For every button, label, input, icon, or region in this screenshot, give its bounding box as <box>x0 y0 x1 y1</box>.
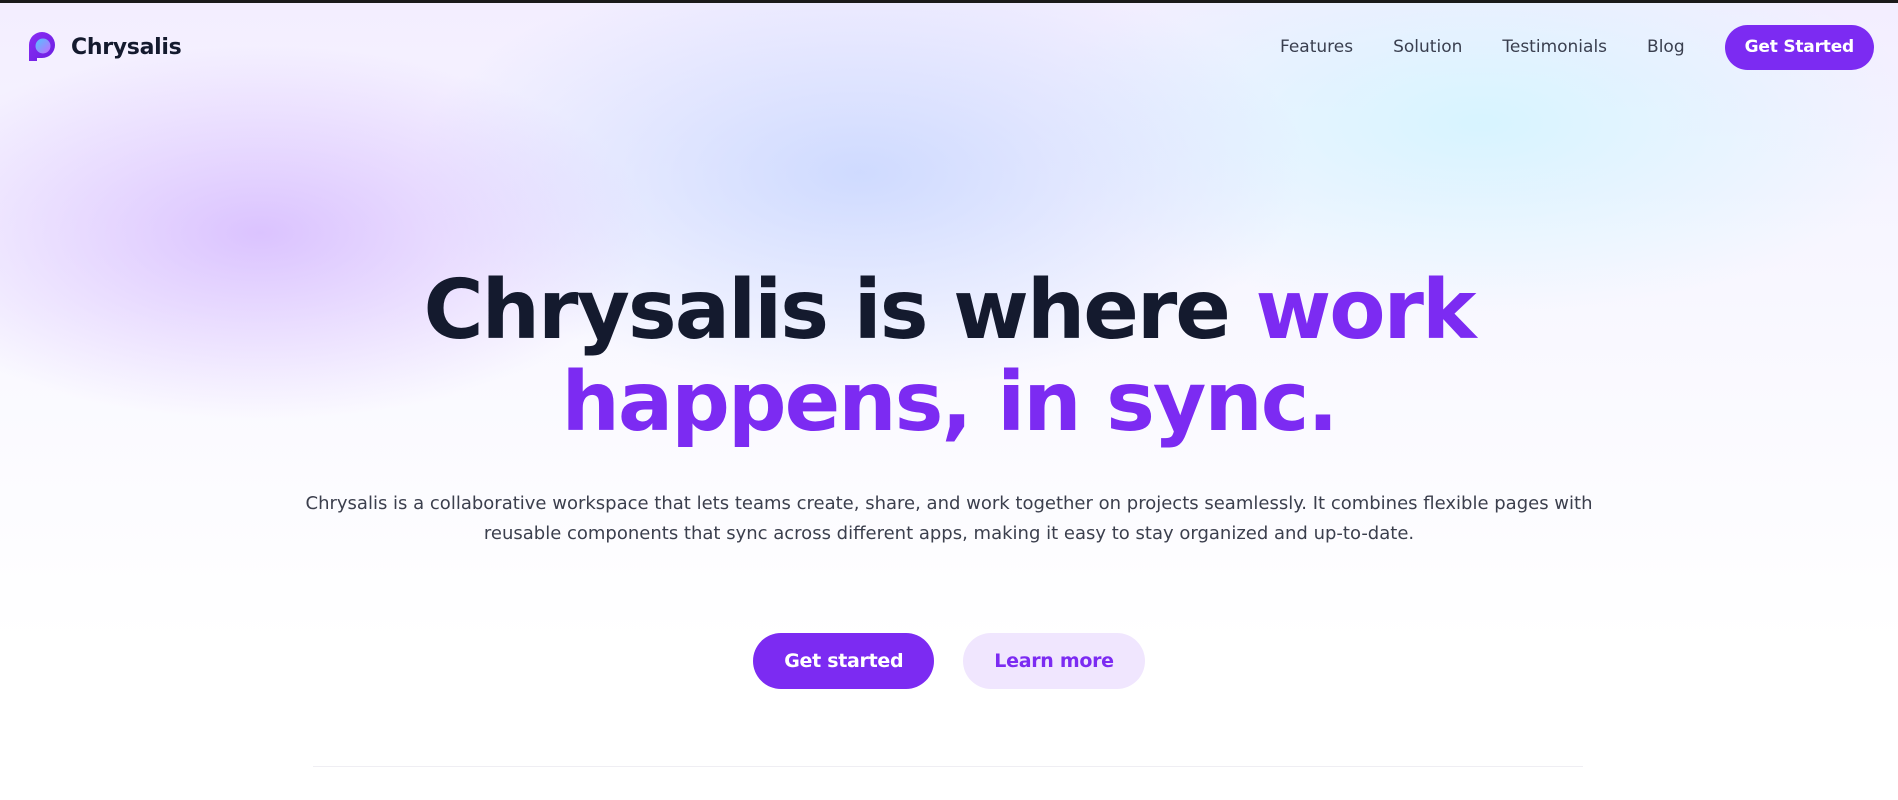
get-started-nav-button[interactable]: Get Started <box>1724 24 1874 70</box>
nav-link-solution[interactable]: Solution <box>1393 37 1462 57</box>
hero-title-accent-line1: work <box>1255 263 1476 358</box>
chrysalis-logo-icon <box>29 32 55 61</box>
nav-link-features[interactable]: Features <box>1280 37 1353 57</box>
nav-links: Features Solution Testimonials Blog <box>1280 37 1685 57</box>
nav-link-blog[interactable]: Blog <box>1647 37 1685 57</box>
hero-title: Chrysalis is where work happens, in sync… <box>0 265 1898 449</box>
section-divider <box>313 766 1583 767</box>
hero-description: Chrysalis is a collaborative workspace t… <box>305 493 1593 544</box>
hero-title-part1: Chrysalis is where <box>423 263 1256 358</box>
hero-actions: Get started Learn more <box>0 633 1898 689</box>
hero-section: Chrysalis is where work happens, in sync… <box>0 265 1898 689</box>
learn-more-button[interactable]: Learn more <box>963 633 1145 689</box>
get-started-button[interactable]: Get started <box>753 633 935 689</box>
nav-right: Features Solution Testimonials Blog Get … <box>1280 24 1874 70</box>
brand[interactable]: Chrysalis <box>26 30 182 64</box>
hero-title-accent-line2: happens, in sync. <box>561 355 1338 450</box>
brand-name: Chrysalis <box>71 34 182 60</box>
nav-link-testimonials[interactable]: Testimonials <box>1502 37 1607 57</box>
top-navigation: Chrysalis Features Solution Testimonials… <box>0 3 1898 91</box>
landing-page: Chrysalis Features Solution Testimonials… <box>0 0 1898 800</box>
